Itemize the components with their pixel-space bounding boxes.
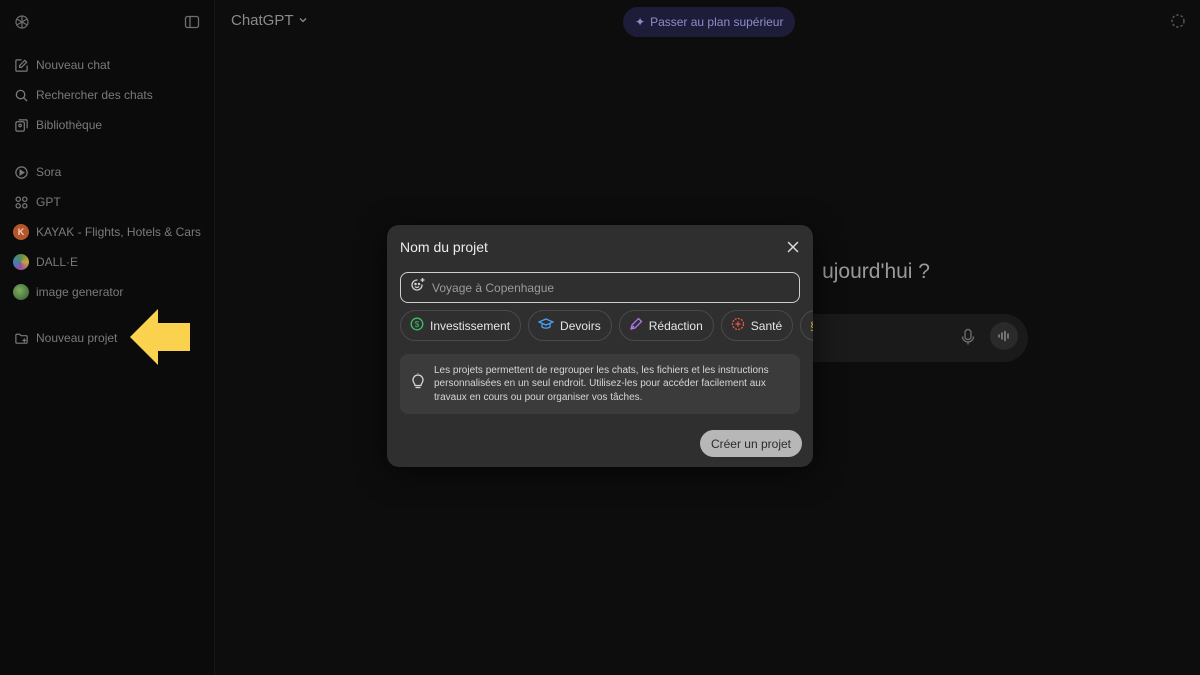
category-chips: $ Investissement Devoirs Rédaction Santé…: [400, 310, 813, 341]
search-icon: [12, 86, 30, 104]
project-name-field[interactable]: [400, 272, 800, 303]
sidebar-item-label: GPT: [36, 195, 61, 209]
project-name-input[interactable]: [432, 280, 782, 295]
chip-redaction[interactable]: Rédaction: [618, 310, 714, 341]
microphone-icon[interactable]: [960, 328, 976, 351]
pen-icon: [629, 317, 643, 334]
sidebar-item-search-chats[interactable]: Rechercher des chats: [0, 80, 214, 110]
top-bar: ChatGPT ✦ Passer au plan supérieur: [215, 0, 1200, 44]
openai-logo-icon[interactable]: [12, 12, 32, 32]
chip-sante[interactable]: Santé: [720, 310, 794, 341]
graduation-cap-icon: [537, 317, 555, 334]
health-icon: [731, 317, 745, 334]
arrow-left-icon: [130, 309, 190, 365]
upgrade-label: Passer au plan supérieur: [650, 15, 784, 29]
sidebar-item-new-chat[interactable]: Nouveau chat: [0, 50, 214, 80]
info-box: Les projets permettent de regrouper les …: [400, 354, 800, 414]
info-text: Les projets permettent de regrouper les …: [434, 364, 769, 403]
chevron-down-icon: [298, 12, 308, 29]
sidebar-item-label: Nouveau chat: [36, 58, 111, 72]
chip-investissement[interactable]: $ Investissement: [400, 310, 522, 341]
sidebar-item-label: Nouveau projet: [36, 331, 118, 345]
sidebar-item-label: Rechercher des chats: [36, 88, 153, 102]
chip-more[interactable]: §: [800, 310, 813, 341]
grid-icon: [12, 193, 30, 211]
sidebar-item-image-generator[interactable]: image generator: [0, 277, 214, 307]
new-project-dialog: Nom du projet $ Investissement Devoirs R…: [387, 225, 813, 467]
sidebar-item-label: Sora: [36, 165, 62, 179]
sidebar-toggle-icon[interactable]: [182, 12, 202, 32]
create-project-button[interactable]: Créer un projet: [700, 430, 802, 457]
sidebar-item-sora[interactable]: Sora: [0, 157, 214, 187]
sidebar-item-label: image generator: [36, 285, 124, 299]
chip-devoirs[interactable]: Devoirs: [528, 310, 612, 341]
sidebar-item-library[interactable]: Bibliothèque: [0, 110, 214, 140]
voice-mode-button[interactable]: [990, 322, 1018, 350]
close-icon[interactable]: [785, 239, 801, 255]
edit-icon: [12, 56, 30, 74]
library-icon: [12, 116, 30, 134]
folder-plus-icon: [12, 329, 30, 347]
sidebar-item-label: Bibliothèque: [36, 118, 103, 132]
image-generator-avatar: [12, 283, 30, 301]
sidebar-item-label: DALL·E: [36, 255, 79, 269]
kayak-avatar: K: [12, 223, 30, 241]
temporary-chat-icon[interactable]: [1170, 13, 1186, 34]
sidebar-item-gpt[interactable]: GPT: [0, 187, 214, 217]
sidebar-item-dalle[interactable]: DALL·E: [0, 247, 214, 277]
upgrade-button[interactable]: ✦ Passer au plan supérieur: [623, 7, 796, 37]
chip-label: Devoirs: [560, 318, 601, 333]
dalle-avatar: [12, 253, 30, 271]
sidebar-item-kayak[interactable]: K KAYAK - Flights, Hotels & Cars: [0, 217, 214, 247]
partial-chip-icon: §: [810, 319, 813, 333]
chip-label: Rédaction: [648, 318, 703, 333]
model-selector[interactable]: ChatGPT: [231, 12, 308, 29]
chip-label: Santé: [750, 318, 783, 333]
sidebar-header: [0, 0, 214, 44]
dialog-title: Nom du projet: [400, 239, 488, 255]
dollar-icon: $: [410, 317, 424, 334]
play-circle-icon: [12, 163, 30, 181]
lightbulb-icon: [410, 373, 426, 396]
sidebar-item-label: KAYAK - Flights, Hotels & Cars: [36, 225, 201, 239]
sparkle-icon: ✦: [635, 15, 646, 29]
chip-label: Investissement: [430, 318, 511, 333]
model-name: ChatGPT: [231, 12, 294, 29]
emoji-add-icon[interactable]: [410, 277, 426, 298]
svg-text:$: $: [415, 320, 420, 329]
